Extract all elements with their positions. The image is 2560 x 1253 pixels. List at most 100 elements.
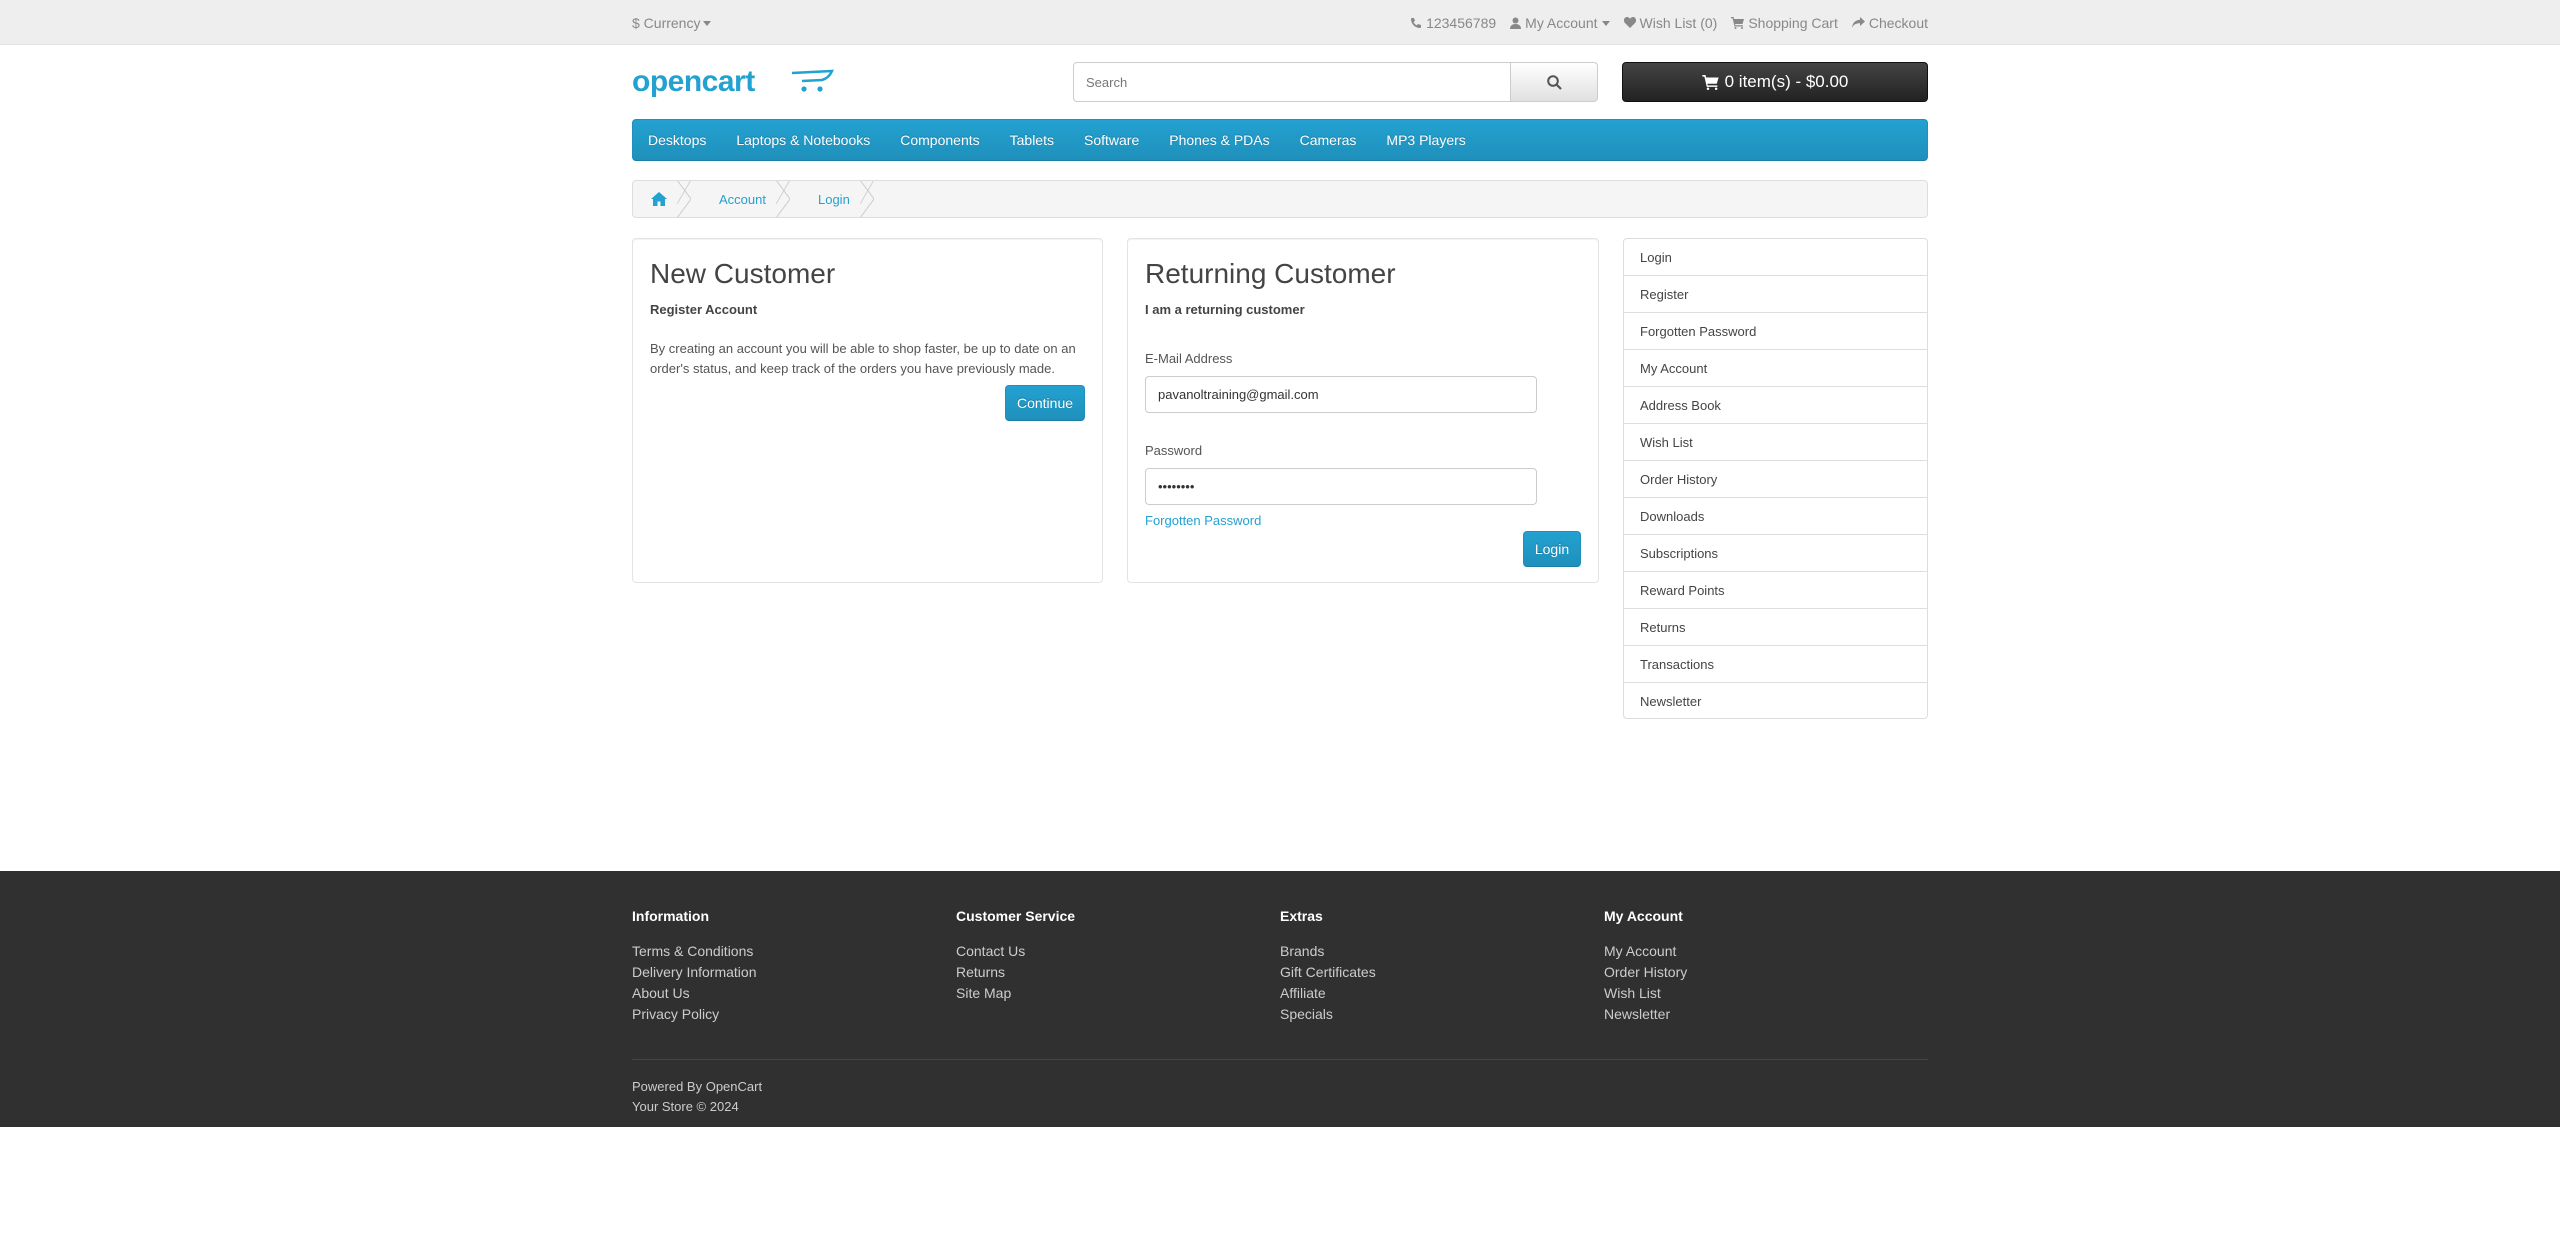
- svg-text:opencart: opencart: [632, 65, 755, 98]
- sidebar-item-transactions[interactable]: Transactions: [1624, 646, 1927, 683]
- footer-link[interactable]: Privacy Policy: [632, 1006, 956, 1027]
- menu-item-tablets[interactable]: Tablets: [1010, 132, 1054, 148]
- cart-total: 0 item(s) - $0.00: [1724, 72, 1849, 91]
- home-icon: [651, 192, 667, 206]
- footer-link[interactable]: Terms & Conditions: [632, 943, 956, 964]
- menu-item-software[interactable]: Software: [1084, 132, 1139, 148]
- wish-list-link[interactable]: Wish List (0): [1623, 14, 1718, 31]
- sidebar-item-forgotten-password[interactable]: Forgotten Password: [1624, 313, 1927, 350]
- sidebar-item-returns[interactable]: Returns: [1624, 609, 1927, 646]
- footer-column-my-account: My Account My Account Order History Wish…: [1604, 908, 1928, 1027]
- cart-button[interactable]: 0 item(s) - $0.00: [1622, 62, 1928, 102]
- opencart-logo: opencart: [632, 65, 834, 98]
- returning-customer-panel: Returning Customer I am a returning cust…: [1127, 238, 1599, 583]
- footer-link[interactable]: Newsletter: [1604, 1006, 1928, 1027]
- footer-column-information: Information Terms & Conditions Delivery …: [632, 908, 956, 1027]
- menu-item-mp3[interactable]: MP3 Players: [1386, 132, 1465, 148]
- sidebar-item-reward-points[interactable]: Reward Points: [1624, 572, 1927, 609]
- footer-link[interactable]: Wish List: [1604, 985, 1928, 1006]
- new-customer-panel: New Customer Register Account By creatin…: [632, 238, 1103, 583]
- breadcrumb-account-label: Account: [719, 191, 766, 207]
- my-account-label: My Account: [1525, 14, 1598, 31]
- currency-dropdown[interactable]: $ Currency: [632, 14, 712, 31]
- sidebar-item-my-account[interactable]: My Account: [1624, 350, 1927, 387]
- footer-column-extras: Extras Brands Gift Certificates Affiliat…: [1280, 908, 1604, 1027]
- menu-item-components[interactable]: Components: [900, 132, 979, 148]
- footer-divider: [632, 1059, 1928, 1060]
- breadcrumb-home[interactable]: [633, 181, 691, 217]
- footer-column-customer-service: Customer Service Contact Us Returns Site…: [956, 908, 1280, 1027]
- top-bar: $ Currency 123456789 My Account Wish Lis…: [0, 0, 2560, 45]
- menu-item-laptops[interactable]: Laptops & Notebooks: [736, 132, 870, 148]
- footer-link[interactable]: Gift Certificates: [1280, 964, 1604, 985]
- footer-link[interactable]: About Us: [632, 985, 956, 1006]
- email-label: E-Mail Address: [1145, 351, 1233, 366]
- new-customer-description: By creating an account you will be able …: [650, 341, 1076, 376]
- cart-icon: [1731, 16, 1745, 29]
- sidebar-item-wish-list[interactable]: Wish List: [1624, 424, 1927, 461]
- my-account-dropdown[interactable]: My Account: [1510, 14, 1610, 31]
- footer-link[interactable]: Returns: [956, 964, 1280, 985]
- currency-label: $ Currency: [632, 14, 701, 31]
- footer-link[interactable]: Delivery Information: [632, 964, 956, 985]
- caret-down-icon: [703, 20, 712, 26]
- sidebar-item-login[interactable]: Login: [1624, 239, 1927, 276]
- footer-link[interactable]: Site Map: [956, 985, 1280, 1006]
- breadcrumb: Account Login: [632, 180, 1928, 218]
- search-bar: [1073, 62, 1598, 102]
- checkout-label: Checkout: [1868, 14, 1928, 31]
- returning-customer-title: Returning Customer: [1145, 258, 1396, 289]
- header: opencart 0 item(s) - $0.00: [0, 45, 2560, 119]
- footer-link[interactable]: Specials: [1280, 1006, 1604, 1027]
- menu-item-cameras[interactable]: Cameras: [1300, 132, 1357, 148]
- footer-credits: Powered By OpenCart Your Store © 2024: [632, 1077, 1928, 1117]
- breadcrumb-separator: [859, 181, 874, 217]
- wish-list-label: Wish List (0): [1639, 14, 1718, 31]
- breadcrumb-separator: [776, 181, 790, 217]
- breadcrumb-account[interactable]: Account: [691, 181, 790, 217]
- phone-link[interactable]: 123456789: [1410, 15, 1496, 31]
- category-menu: Desktops Laptops & Notebooks Components …: [632, 119, 1928, 161]
- sidebar-item-newsletter[interactable]: Newsletter: [1624, 683, 1927, 720]
- menu-item-phones[interactable]: Phones & PDAs: [1169, 132, 1269, 148]
- password-field[interactable]: ••••••••: [1145, 468, 1537, 505]
- search-input[interactable]: [1073, 62, 1511, 102]
- footer-link[interactable]: Contact Us: [956, 943, 1280, 964]
- shopping-cart-link[interactable]: Shopping Cart: [1731, 15, 1838, 31]
- caret-down-icon: [1601, 20, 1610, 26]
- new-customer-title: New Customer: [650, 258, 836, 289]
- email-field[interactable]: pavanoltraining@gmail.com: [1145, 376, 1537, 413]
- footer: Information Terms & Conditions Delivery …: [0, 871, 2560, 1127]
- powered-by-text: Powered By: [632, 1079, 703, 1094]
- opencart-link[interactable]: OpenCart: [706, 1079, 762, 1094]
- menu-item-desktops[interactable]: Desktops: [648, 132, 706, 148]
- footer-link[interactable]: Affiliate: [1280, 985, 1604, 1006]
- sidebar-item-register[interactable]: Register: [1624, 276, 1927, 313]
- new-customer-subtitle: Register Account: [650, 302, 758, 317]
- footer-heading: Customer Service: [956, 908, 1076, 924]
- forgotten-password-link[interactable]: Forgotten Password: [1145, 513, 1581, 528]
- breadcrumb-login[interactable]: Login: [790, 181, 874, 217]
- search-icon: [1546, 74, 1562, 90]
- breadcrumb-login-label: Login: [817, 191, 850, 207]
- sidebar-item-order-history[interactable]: Order History: [1624, 461, 1927, 498]
- shopping-cart-label: Shopping Cart: [1748, 14, 1838, 31]
- cart-icon: [1701, 74, 1719, 90]
- footer-heading: Information: [632, 908, 709, 924]
- footer-link[interactable]: Brands: [1280, 943, 1604, 964]
- search-button[interactable]: [1511, 62, 1598, 102]
- login-button[interactable]: Login: [1523, 531, 1581, 567]
- footer-link[interactable]: Order History: [1604, 964, 1928, 985]
- sidebar-item-downloads[interactable]: Downloads: [1624, 498, 1927, 535]
- user-icon: [1510, 17, 1522, 29]
- store-logo[interactable]: opencart: [632, 62, 834, 102]
- copyright-text: Your Store © 2024: [632, 1099, 739, 1114]
- footer-link[interactable]: My Account: [1604, 943, 1928, 964]
- share-icon: [1851, 17, 1865, 28]
- continue-button[interactable]: Continue: [1005, 385, 1085, 421]
- phone-icon: [1411, 17, 1422, 28]
- phone-number: 123456789: [1426, 14, 1497, 31]
- sidebar-item-address-book[interactable]: Address Book: [1624, 387, 1927, 424]
- sidebar-item-subscriptions[interactable]: Subscriptions: [1624, 535, 1927, 572]
- checkout-link[interactable]: Checkout: [1851, 14, 1928, 31]
